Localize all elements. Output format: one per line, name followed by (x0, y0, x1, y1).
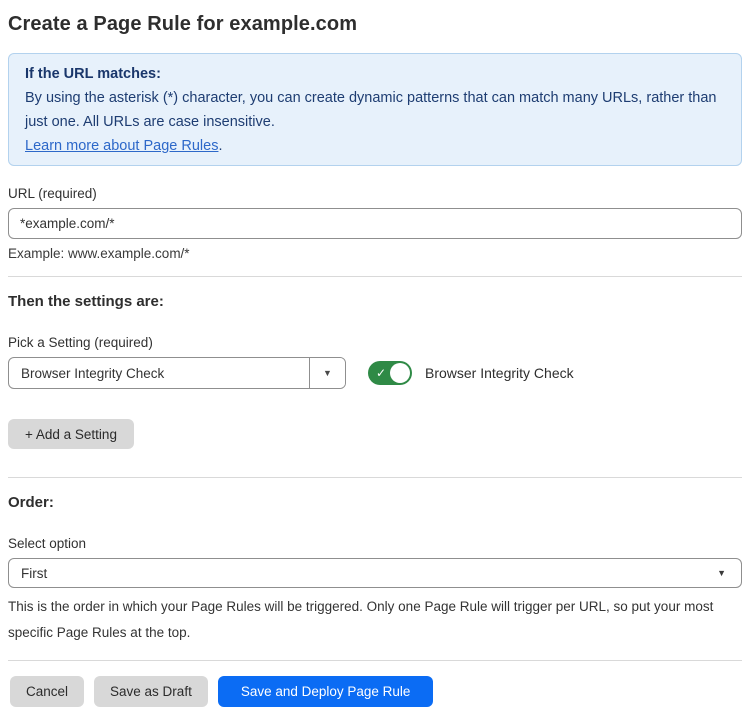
settings-heading: Then the settings are: (8, 292, 742, 311)
link-suffix: . (218, 138, 222, 154)
setting-select[interactable]: Browser Integrity Check ▼ (8, 357, 346, 389)
order-select-value: First (9, 566, 47, 581)
save-deploy-button[interactable]: Save and Deploy Page Rule (218, 676, 434, 707)
select-option-label: Select option (8, 535, 742, 552)
url-label: URL (required) (8, 185, 742, 202)
browser-integrity-toggle[interactable]: ✓ (368, 361, 412, 385)
create-page-rule-panel: Create a Page Rule for example.com If th… (0, 0, 750, 707)
order-help-text: This is the order in which your Page Rul… (8, 594, 738, 646)
divider (8, 276, 742, 277)
add-setting-button[interactable]: + Add a Setting (8, 419, 134, 449)
setting-select-arrow-button[interactable]: ▼ (309, 358, 345, 388)
learn-more-link[interactable]: Learn more about Page Rules (25, 138, 218, 154)
chevron-down-icon: ▼ (717, 569, 741, 578)
pick-setting-label: Pick a Setting (required) (8, 334, 742, 351)
divider (8, 660, 742, 661)
order-select[interactable]: First ▼ (8, 558, 742, 588)
info-box-heading: If the URL matches: (25, 62, 725, 86)
url-example-hint: Example: www.example.com/* (8, 245, 742, 262)
save-draft-button[interactable]: Save as Draft (94, 676, 208, 707)
cancel-button[interactable]: Cancel (10, 676, 84, 707)
info-box-body: By using the asterisk (*) character, you… (25, 86, 725, 134)
setting-select-value: Browser Integrity Check (9, 366, 164, 381)
setting-row: Browser Integrity Check ▼ ✓ Browser Inte… (8, 357, 742, 389)
url-input[interactable] (8, 208, 742, 239)
check-icon: ✓ (376, 367, 386, 379)
url-match-info-box: If the URL matches: By using the asteris… (8, 53, 742, 166)
footer-actions: Cancel Save as Draft Save and Deploy Pag… (10, 676, 742, 707)
toggle-knob (390, 363, 410, 383)
toggle-label: Browser Integrity Check (425, 365, 574, 381)
divider (8, 477, 742, 478)
page-title: Create a Page Rule for example.com (8, 13, 742, 36)
info-box-link-line: Learn more about Page Rules. (25, 134, 725, 158)
order-heading: Order: (8, 493, 742, 512)
chevron-down-icon: ▼ (323, 369, 332, 378)
